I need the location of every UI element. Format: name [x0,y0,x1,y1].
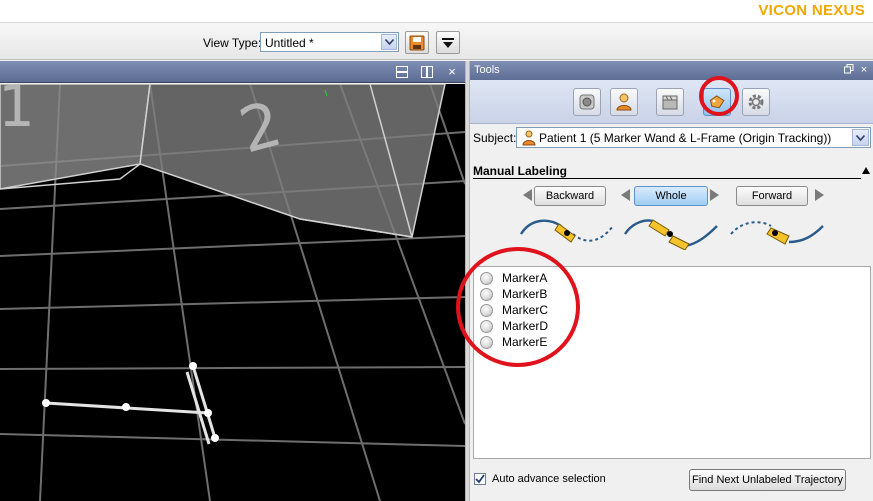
list-item[interactable]: MarkerC [480,302,548,318]
list-item[interactable]: MarkerB [480,286,547,302]
chevron-down-icon[interactable] [852,129,869,146]
forward-button[interactable]: Forward [736,186,808,206]
split-horizontal-icon[interactable] [394,64,410,79]
whole-left-arrow-icon[interactable] [621,189,630,201]
auto-advance-label: Auto advance selection [492,473,606,485]
marker-status-icon [480,319,493,333]
find-next-unlabeled-button[interactable]: Find Next Unlabeled Trajectory [689,469,846,491]
tools-panel: Tools × Subject: Patient 1 (5 Marker Wan… [456,61,873,501]
save-button[interactable] [405,31,429,54]
whole-trajectory-icon [624,219,718,250]
close-icon[interactable]: × [444,64,460,79]
marker-list: MarkerA MarkerB MarkerC MarkerD MarkerE [473,266,871,459]
section-divider [473,178,861,179]
subject-select[interactable]: Patient 1 (5 Marker Wand & L-Frame (Orig… [516,127,871,148]
tab-camera[interactable] [573,88,601,116]
marker-status-icon [480,303,493,317]
backward-button[interactable]: Backward [534,186,606,206]
save-icon [409,35,425,50]
manual-labeling-title: Manual Labeling [473,164,568,178]
view-type-select[interactable]: Untitled * [260,32,399,52]
marker-label: MarkerC [502,303,549,317]
split-vertical-icon[interactable] [419,64,435,79]
restore-icon[interactable] [843,64,855,76]
marker-label: MarkerE [502,335,548,349]
view-menu-button[interactable] [436,31,460,54]
whole-button[interactable]: Whole [634,186,708,206]
tab-pipeline[interactable] [656,88,684,116]
collapse-arrow-icon[interactable] [862,167,870,174]
gear-icon [748,94,764,110]
auto-advance-checkbox[interactable] [474,473,486,485]
view-type-value: Untitled * [265,36,314,50]
subject-label: Subject: [473,131,517,145]
svg-text:1: 1 [0,84,35,140]
subject-icon [522,130,536,149]
tab-subjects[interactable] [610,88,638,116]
tab-options[interactable] [742,88,770,116]
tab-labeling[interactable] [703,88,731,116]
backward-arrow-icon[interactable] [523,189,532,201]
marker-label: MarkerD [502,319,549,333]
3d-scene[interactable]: 1 2 [0,84,465,501]
title-strip: VICON NEXUS [0,0,873,22]
dropdown-menu-icon [442,37,454,48]
auto-advance-row: Auto advance selection [474,473,606,485]
brand-logo: VICON NEXUS [758,2,865,19]
forward-trajectory-icon [730,221,824,245]
subject-icon [616,93,632,111]
tools-header: Tools × [470,61,873,80]
camera-icon [579,94,595,110]
backward-trajectory-icon [519,219,614,243]
list-item[interactable]: MarkerA [480,270,547,286]
marker-status-icon [480,335,493,349]
marker-label: MarkerA [502,271,548,285]
chevron-down-icon[interactable] [381,34,397,50]
whole-right-arrow-icon[interactable] [710,189,719,201]
tools-title: Tools [474,64,500,76]
subject-value: Patient 1 (5 Marker Wand & L-Frame (Orig… [539,131,832,145]
forward-arrow-icon[interactable] [815,189,824,201]
3d-viewport[interactable]: 1 2 [0,84,465,501]
tools-tab-strip [470,76,873,124]
marker-status-icon [480,271,493,285]
tools-close-icon[interactable]: × [858,64,870,76]
list-item[interactable]: MarkerD [480,318,548,334]
label-tag-icon [709,95,725,109]
list-item[interactable]: MarkerE [480,334,547,350]
marker-status-icon [480,287,493,301]
view-type-label: View Type: [203,36,262,50]
clapperboard-icon [662,95,678,110]
marker-label: MarkerB [502,287,548,301]
viewport-header: × [0,61,465,83]
main-toolbar: View Type: Untitled * [0,22,873,60]
